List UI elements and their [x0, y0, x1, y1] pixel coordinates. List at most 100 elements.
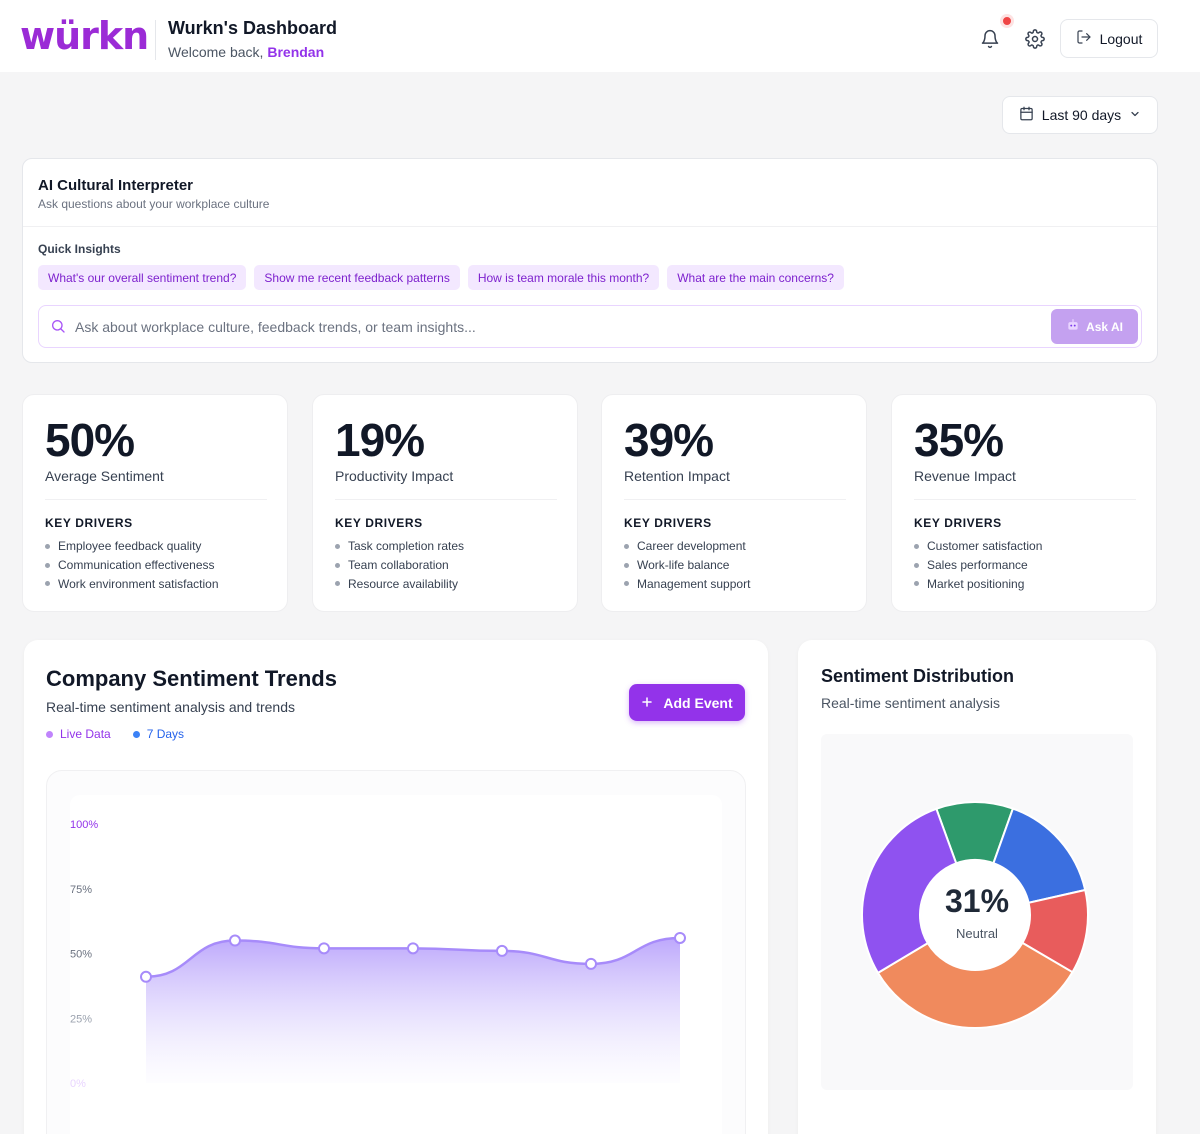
- trends-title: Company Sentiment Trends: [46, 666, 337, 691]
- search-icon: [50, 318, 66, 339]
- sentiment-trends-card: Company Sentiment Trends Real-time senti…: [24, 640, 768, 1134]
- y-tick-label: 50%: [70, 949, 92, 961]
- gear-icon[interactable]: [1022, 26, 1048, 52]
- notification-badge: [1000, 14, 1014, 28]
- add-event-label: Add Event: [663, 694, 733, 711]
- key-driver-item: Management support: [624, 574, 750, 593]
- legend-live-data[interactable]: Live Data: [46, 727, 111, 741]
- key-driver-item: Sales performance: [914, 556, 1042, 575]
- key-driver-item: Market positioning: [914, 574, 1042, 593]
- donut-panel: 31% Neutral: [821, 734, 1133, 1090]
- quick-insight-chips: What's our overall sentiment trend? Show…: [38, 265, 844, 290]
- welcome-prefix: Welcome back,: [168, 44, 268, 60]
- bell-icon[interactable]: [977, 26, 1003, 52]
- key-drivers-title: KEY DRIVERS: [335, 516, 423, 530]
- ask-ai-box: Ask AI: [38, 305, 1142, 348]
- ai-interpreter-subtitle: Ask questions about your workplace cultu…: [38, 197, 270, 211]
- legend-label: 7 Days: [146, 727, 185, 741]
- key-drivers-list: Career development Work-life balance Man…: [624, 537, 750, 593]
- metric-value: 19%: [335, 414, 425, 466]
- robot-icon: [1066, 318, 1080, 335]
- sentiment-trend-chart: 100% 75% 50% 25% 0%: [70, 819, 686, 1090]
- y-tick-label: 25%: [70, 1013, 92, 1025]
- key-drivers-list: Customer satisfaction Sales performance …: [914, 537, 1042, 593]
- y-tick-label: 100%: [70, 819, 98, 831]
- data-point: [407, 942, 419, 955]
- metric-value: 35%: [914, 414, 1004, 466]
- metric-card-productivity: 19% Productivity Impact KEY DRIVERS Task…: [312, 394, 578, 612]
- calendar-icon: [1019, 106, 1034, 124]
- wurkn-logo[interactable]: würkn: [20, 14, 149, 58]
- quick-insight-chip[interactable]: Show me recent feedback patterns: [254, 265, 460, 290]
- key-driver-item: Customer satisfaction: [914, 537, 1042, 556]
- data-point: [496, 944, 508, 957]
- y-tick-label: 75%: [70, 884, 92, 896]
- add-event-button[interactable]: Add Event: [629, 684, 745, 721]
- ask-ai-button[interactable]: Ask AI: [1051, 309, 1138, 344]
- ask-ai-input[interactable]: [75, 314, 1035, 340]
- data-point: [140, 970, 152, 983]
- divider: [335, 499, 557, 500]
- metric-label: Productivity Impact: [335, 468, 454, 484]
- data-point: [585, 957, 597, 970]
- trends-subtitle: Real-time sentiment analysis and trends: [46, 699, 296, 715]
- plus-icon: [641, 695, 653, 711]
- key-driver-item: Team collaboration: [335, 556, 464, 575]
- dashboard-title: Wurkn's Dashboard: [168, 18, 337, 38]
- key-driver-item: Employee feedback quality: [45, 537, 219, 556]
- key-driver-item: Resource availability: [335, 574, 464, 593]
- key-drivers-list: Task completion rates Team collaboration…: [335, 537, 464, 593]
- metric-value: 50%: [45, 414, 135, 466]
- ai-interpreter-card: AI Cultural Interpreter Ask questions ab…: [22, 158, 1158, 363]
- logout-label: Logout: [1099, 30, 1143, 47]
- ai-interpreter-title: AI Cultural Interpreter: [38, 177, 194, 194]
- divider: [45, 499, 267, 500]
- quick-insight-chip[interactable]: What's our overall sentiment trend?: [38, 265, 247, 290]
- top-header: würkn Wurkn's Dashboard Welcome back, Br…: [0, 0, 1200, 72]
- chart-frame: 100% 75% 50% 25% 0%: [46, 770, 746, 1134]
- legend-label: Live Data: [60, 727, 111, 741]
- chevron-down-icon: [1129, 107, 1141, 123]
- quick-insight-chip[interactable]: How is team morale this month?: [467, 265, 660, 290]
- welcome-message: Welcome back, Brendan: [168, 44, 324, 60]
- metric-label: Average Sentiment: [45, 468, 164, 484]
- key-driver-item: Career development: [624, 537, 750, 556]
- y-tick-label: 0%: [70, 1078, 86, 1090]
- distribution-title: Sentiment Distribution: [821, 666, 1014, 686]
- quick-insight-chip[interactable]: What are the main concerns?: [667, 265, 844, 290]
- header-divider: [155, 20, 156, 60]
- metric-label: Revenue Impact: [914, 468, 1016, 484]
- key-drivers-title: KEY DRIVERS: [914, 516, 1002, 530]
- series-area: [146, 937, 680, 1083]
- data-point: [229, 934, 241, 947]
- logout-button[interactable]: Logout: [1060, 19, 1158, 58]
- date-range-select[interactable]: Last 90 days: [1002, 96, 1158, 134]
- key-driver-item: Work-life balance: [624, 556, 750, 575]
- legend-7-days[interactable]: 7 Days: [132, 727, 185, 741]
- donut-center-label: Neutral: [956, 926, 998, 941]
- logout-icon: [1076, 29, 1092, 48]
- data-point: [674, 931, 686, 944]
- legend-dot: [132, 730, 140, 738]
- key-driver-item: Work environment satisfaction: [45, 574, 219, 593]
- distribution-subtitle: Real-time sentiment analysis: [821, 695, 1000, 711]
- legend-dot: [46, 730, 53, 738]
- divider: [914, 499, 1136, 500]
- metric-card-sentiment: 50% Average Sentiment KEY DRIVERS Employ…: [22, 394, 288, 612]
- metric-label: Retention Impact: [624, 468, 730, 484]
- sentiment-distribution-card: Sentiment Distribution Real-time sentime…: [798, 640, 1156, 1134]
- key-driver-item: Communication effectiveness: [45, 556, 219, 575]
- user-name: Brendan: [267, 44, 325, 60]
- donut-center-value: 31%: [944, 883, 1010, 919]
- chart-area: 100% 75% 50% 25% 0%: [70, 795, 722, 1134]
- key-drivers-title: KEY DRIVERS: [624, 516, 712, 530]
- chart-legend: Live Data 7 Days: [46, 727, 184, 741]
- key-drivers-list: Employee feedback quality Communication …: [45, 537, 219, 593]
- key-driver-item: Task completion rates: [335, 537, 464, 556]
- divider: [23, 226, 1157, 227]
- metric-card-revenue: 35% Revenue Impact KEY DRIVERS Customer …: [891, 394, 1157, 612]
- data-point: [318, 942, 330, 955]
- divider: [624, 499, 846, 500]
- quick-insights-label: Quick Insights: [38, 242, 121, 256]
- metric-card-retention: 39% Retention Impact KEY DRIVERS Career …: [601, 394, 867, 612]
